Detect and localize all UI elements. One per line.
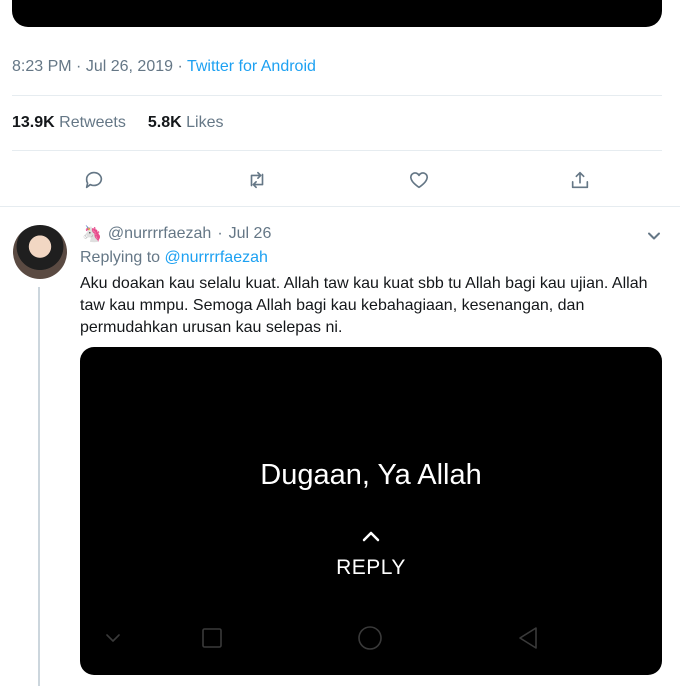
like-button[interactable] [405, 166, 433, 194]
reply-handle[interactable]: @nurrrrfaezah [108, 225, 211, 243]
nav-down-icon [98, 623, 128, 653]
reply-header: 🦄 @nurrrrfaezah · Jul 26 [82, 224, 271, 244]
tweet-time[interactable]: 8:23 PM [12, 58, 72, 75]
reply-media-image[interactable]: Dugaan, Ya Allah REPLY [80, 347, 662, 675]
replying-to: Replying to @nurrrrfaezah [80, 249, 268, 267]
tweet-actions [0, 166, 680, 194]
share-icon [571, 171, 589, 189]
retweet-icon [250, 171, 264, 189]
divider [12, 150, 662, 151]
media-headline: Dugaan, Ya Allah [260, 459, 482, 491]
more-options-button[interactable] [644, 226, 664, 246]
heart-icon [409, 172, 429, 189]
replying-to-handle[interactable]: @nurrrrfaezah [165, 249, 268, 266]
avatar[interactable] [13, 225, 67, 279]
tweet-date[interactable]: Jul 26, 2019 [86, 58, 173, 75]
reply-button[interactable] [80, 166, 108, 194]
meta-separator: · [76, 58, 82, 75]
nav-home-icon [355, 623, 385, 653]
retweets-count: 13.9K [12, 114, 55, 131]
divider [12, 95, 662, 96]
meta-separator: · [217, 225, 223, 242]
tweet-stats: 13.9K Retweets 5.8K Likes [12, 114, 223, 132]
chevron-up-icon [361, 529, 381, 543]
chevron-down-icon [648, 232, 660, 240]
meta-separator: · [177, 58, 183, 75]
retweets-label: Retweets [59, 114, 126, 131]
likes-count: 5.8K [147, 114, 182, 131]
likes-label: Likes [186, 114, 224, 131]
tweet-timestamp: 8:23 PM · Jul 26, 2019 · Twitter for And… [12, 58, 316, 76]
retweet-button[interactable] [243, 166, 271, 194]
likes-stat[interactable]: 5.8K Likes [148, 114, 224, 132]
section-divider [0, 206, 680, 207]
reply-icon [85, 171, 103, 189]
reply-text: Aku doakan kau selalu kuat. Allah taw ka… [80, 275, 648, 336]
tweet-client-link[interactable]: Twitter for Android [187, 58, 316, 75]
previous-tweet-media[interactable] [12, 0, 662, 27]
unicorn-emoji: 🦄 [82, 226, 102, 243]
thread-line [38, 287, 40, 686]
replying-prefix: Replying to [80, 249, 161, 266]
nav-recents-icon [197, 623, 227, 653]
share-button[interactable] [566, 166, 594, 194]
reply-date[interactable]: Jul 26 [229, 225, 272, 243]
nav-back-icon [513, 623, 543, 653]
media-reply-label: REPLY [336, 556, 406, 579]
retweets-stat[interactable]: 13.9K Retweets [12, 114, 126, 132]
